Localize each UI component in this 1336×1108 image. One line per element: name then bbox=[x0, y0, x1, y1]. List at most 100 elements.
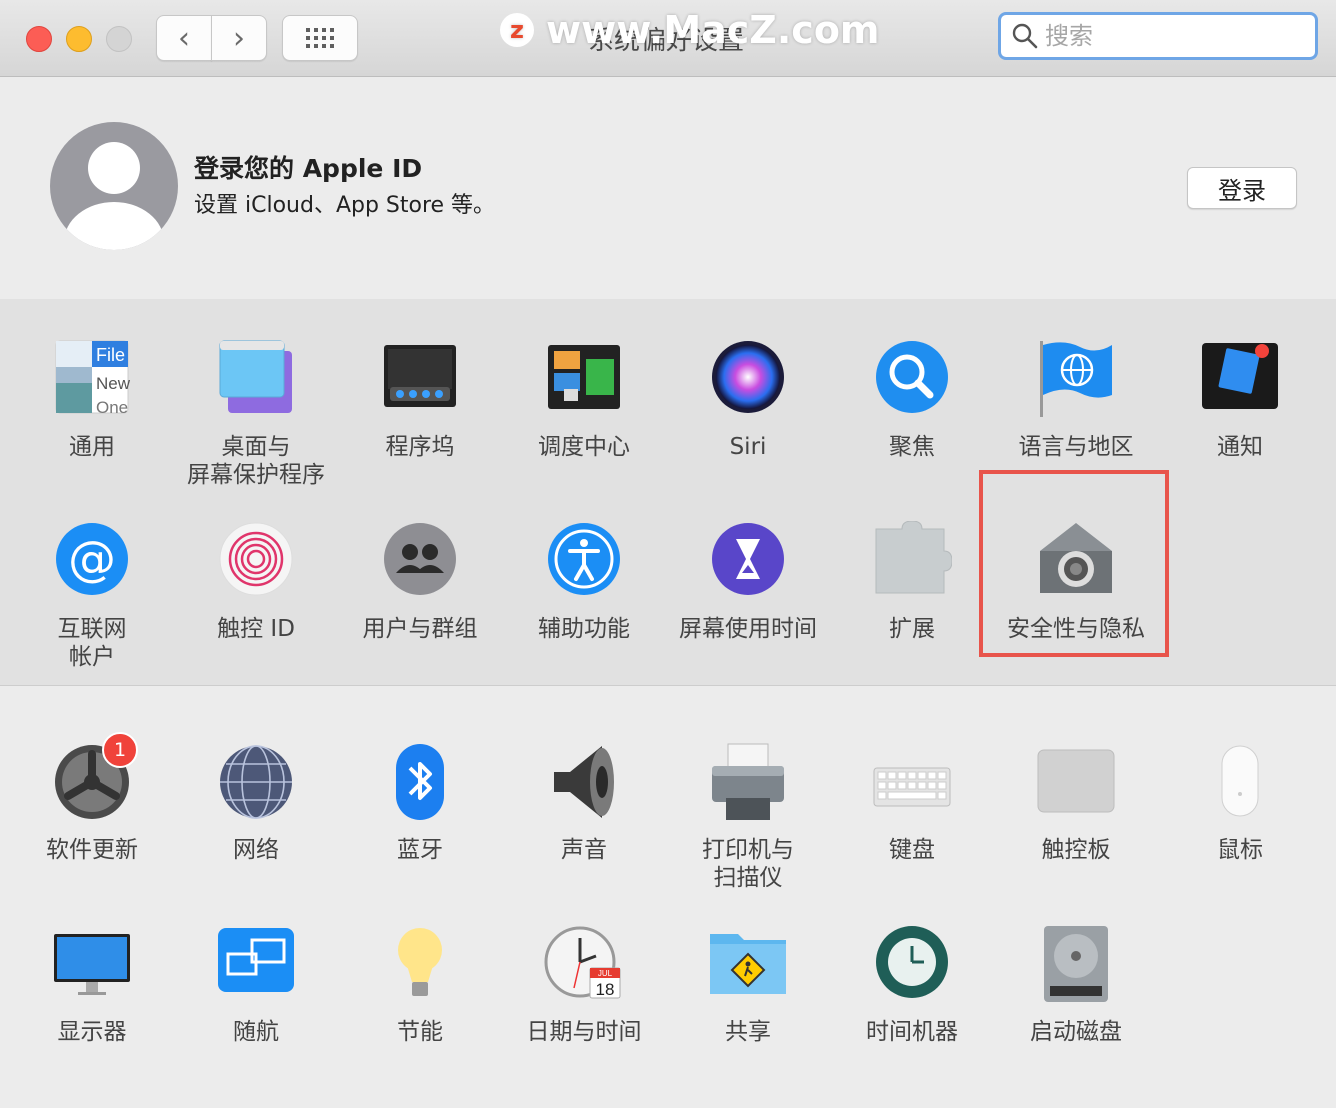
highlight-box bbox=[979, 470, 1169, 657]
watermark: z www.MacZ.com bbox=[500, 8, 880, 52]
pref-label: 软件更新 bbox=[46, 837, 138, 863]
pref-label: 用户与群组 bbox=[362, 616, 478, 642]
pref-label: 程序坞 bbox=[385, 434, 455, 460]
pref-internet-accounts[interactable]: @ 互联网 帐户 bbox=[10, 521, 174, 671]
pref-general[interactable]: File New One 通用 bbox=[10, 339, 174, 461]
language-icon bbox=[1040, 341, 1112, 417]
printer-icon bbox=[712, 743, 784, 820]
hardware-prefs-pane: 1 软件更新 网络 蓝牙 声音 打印机与 扫描仪 键盘 触控板 鼠标 显示器 随… bbox=[0, 686, 1336, 1108]
accessibility-icon bbox=[548, 523, 620, 595]
pref-label: 调度中心 bbox=[538, 434, 630, 460]
pref-mission-control[interactable]: 调度中心 bbox=[502, 339, 666, 461]
desktop-icon bbox=[219, 340, 292, 413]
close-window-button[interactable] bbox=[26, 26, 52, 52]
pref-touch-id[interactable]: 触控 ID bbox=[174, 521, 338, 643]
pref-label: 键盘 bbox=[889, 837, 935, 863]
pref-label: 共享 bbox=[725, 1019, 771, 1045]
title-bar: ‹ › 系统偏好设置 z www.MacZ.com bbox=[0, 0, 1336, 77]
pref-sharing[interactable]: 共享 bbox=[666, 924, 830, 1046]
mouse-icon bbox=[1221, 745, 1259, 817]
pref-label: 鼠标 bbox=[1217, 837, 1263, 863]
forward-button[interactable]: › bbox=[211, 15, 267, 61]
pref-label: 日期与时间 bbox=[526, 1019, 642, 1045]
pref-trackpad[interactable]: 触控板 bbox=[994, 742, 1158, 864]
pref-accessibility[interactable]: 辅助功能 bbox=[502, 521, 666, 643]
trackpad-icon bbox=[1037, 749, 1115, 813]
watermark-logo: z bbox=[500, 13, 534, 47]
pref-label: 节能 bbox=[397, 1019, 443, 1045]
search-field[interactable] bbox=[998, 12, 1318, 60]
pref-spotlight[interactable]: 聚焦 bbox=[830, 339, 994, 461]
pref-extensions[interactable]: 扩展 bbox=[830, 521, 994, 643]
svg-text:File: File bbox=[96, 345, 125, 365]
pref-label: 通用 bbox=[69, 434, 115, 460]
apple-id-subtitle: 设置 iCloud、App Store 等。 bbox=[194, 193, 496, 218]
apple-id-section: 登录您的 Apple ID 设置 iCloud、App Store 等。 登录 bbox=[0, 77, 1336, 300]
pref-sound[interactable]: 声音 bbox=[502, 742, 666, 864]
general-icon: File New One bbox=[55, 340, 131, 417]
update-badge: 1 bbox=[102, 732, 138, 768]
pref-users-groups[interactable]: 用户与群组 bbox=[338, 521, 502, 643]
sidecar-icon bbox=[218, 928, 294, 992]
pref-date-time[interactable]: JUL 18 日期与时间 bbox=[502, 924, 666, 1046]
date-time-icon: JUL 18 bbox=[544, 926, 621, 999]
pref-label: Siri bbox=[729, 434, 767, 460]
login-button[interactable]: 登录 bbox=[1187, 167, 1297, 209]
svg-text:JUL: JUL bbox=[598, 969, 613, 978]
pref-sidecar[interactable]: 随航 bbox=[174, 924, 338, 1046]
mission-control-icon bbox=[548, 345, 620, 409]
minimize-window-button[interactable] bbox=[66, 26, 92, 52]
pref-label-line2: 屏幕保护程序 bbox=[187, 462, 325, 488]
pref-software-update[interactable]: 1 软件更新 bbox=[10, 732, 174, 864]
pref-label: 蓝牙 bbox=[397, 837, 443, 863]
chevron-right-icon: › bbox=[233, 20, 245, 56]
pref-label: 触控 ID bbox=[217, 616, 295, 642]
svg-text:18: 18 bbox=[596, 980, 615, 999]
pref-time-machine[interactable]: 时间机器 bbox=[830, 924, 994, 1046]
network-icon bbox=[220, 745, 292, 819]
pref-label-line2: 帐户 bbox=[69, 644, 115, 670]
pref-label: 语言与地区 bbox=[1018, 434, 1134, 460]
pref-network[interactable]: 网络 bbox=[174, 742, 338, 864]
pref-label: 互联网 bbox=[57, 616, 127, 642]
bluetooth-icon bbox=[396, 744, 444, 820]
pref-keyboard[interactable]: 键盘 bbox=[830, 742, 994, 864]
grid-icon bbox=[306, 28, 334, 48]
pref-label: 显示器 bbox=[57, 1019, 127, 1045]
search-input[interactable] bbox=[1043, 21, 1307, 51]
pref-desktop-screensaver[interactable]: 桌面与 屏幕保护程序 bbox=[174, 339, 338, 489]
pref-mouse[interactable]: 鼠标 bbox=[1158, 742, 1322, 864]
watermark-text: www.MacZ.com bbox=[546, 8, 880, 52]
internet-accounts-icon: @ bbox=[56, 523, 128, 595]
time-machine-icon bbox=[876, 926, 948, 998]
pref-printers-scanners[interactable]: 打印机与 扫描仪 bbox=[666, 742, 830, 892]
siri-icon bbox=[712, 341, 784, 413]
svg-text:@: @ bbox=[68, 531, 116, 587]
pref-energy-saver[interactable]: 节能 bbox=[338, 924, 502, 1046]
sound-icon bbox=[554, 746, 614, 818]
pref-siri[interactable]: Siri bbox=[666, 339, 830, 461]
pref-screen-time[interactable]: 屏幕使用时间 bbox=[666, 521, 830, 643]
pref-label: 辅助功能 bbox=[538, 616, 630, 642]
svg-text:One: One bbox=[96, 398, 128, 417]
startup-disk-icon bbox=[1044, 926, 1108, 1002]
pref-label: 通知 bbox=[1217, 434, 1263, 460]
zoom-window-button[interactable] bbox=[106, 26, 132, 52]
avatar[interactable] bbox=[50, 122, 178, 250]
pref-bluetooth[interactable]: 蓝牙 bbox=[338, 742, 502, 864]
sharing-icon bbox=[710, 934, 786, 994]
notifications-icon bbox=[1202, 343, 1278, 409]
chevron-left-icon: ‹ bbox=[178, 20, 190, 56]
pref-displays[interactable]: 显示器 bbox=[10, 924, 174, 1046]
energy-saver-icon bbox=[398, 928, 442, 996]
search-icon bbox=[1012, 23, 1038, 49]
pref-startup-disk[interactable]: 启动磁盘 bbox=[994, 924, 1158, 1046]
displays-icon bbox=[54, 934, 130, 995]
back-button[interactable]: ‹ bbox=[156, 15, 212, 61]
users-icon bbox=[384, 523, 456, 595]
pref-dock[interactable]: 程序坞 bbox=[338, 339, 502, 461]
pref-label: 启动磁盘 bbox=[1030, 1019, 1122, 1045]
pref-language-region[interactable]: 语言与地区 bbox=[994, 339, 1158, 461]
pref-notifications[interactable]: 通知 bbox=[1158, 339, 1322, 461]
show-all-button[interactable] bbox=[282, 15, 358, 61]
